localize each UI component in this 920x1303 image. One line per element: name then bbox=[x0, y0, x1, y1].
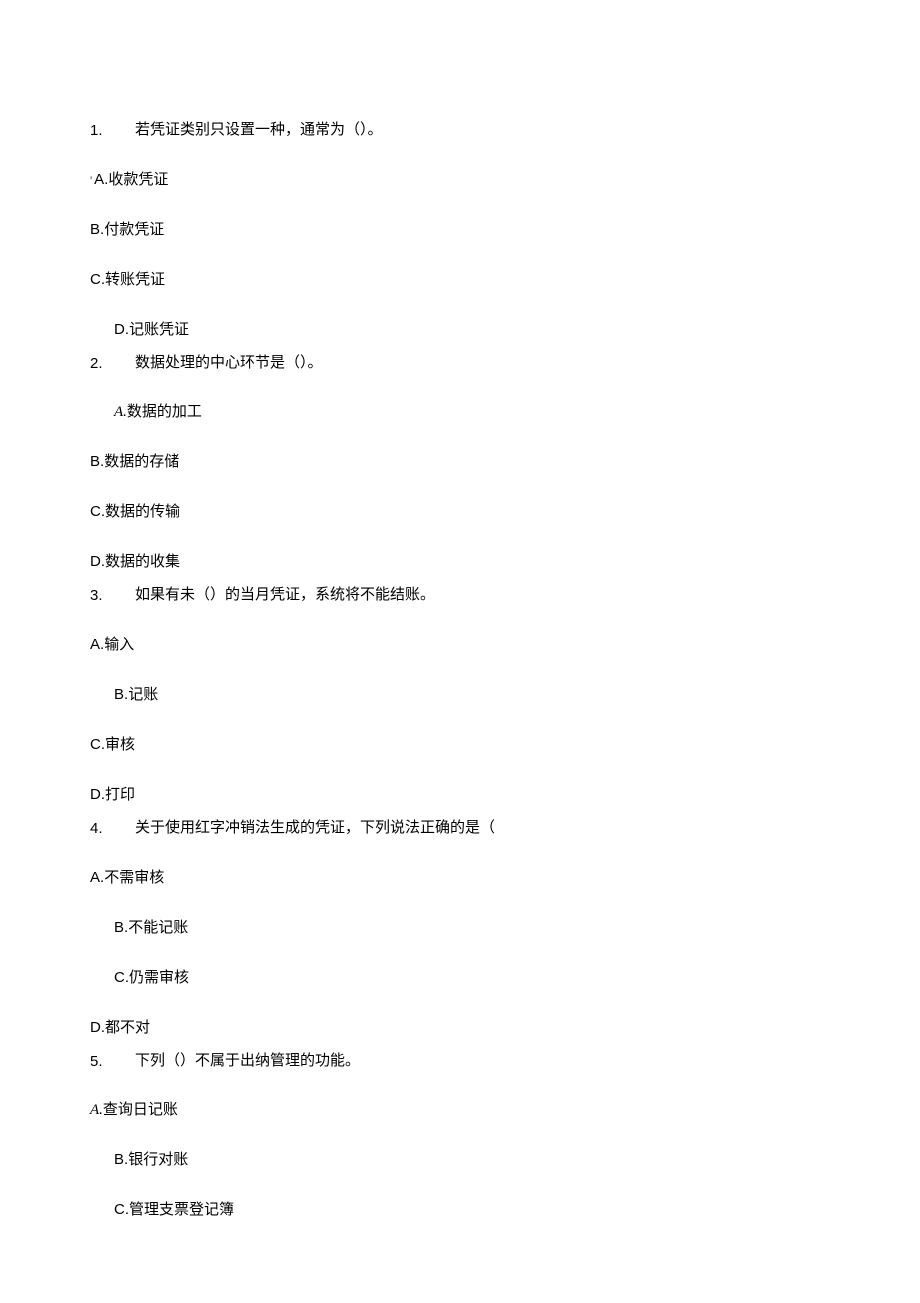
answer-option: B.银行对账 bbox=[114, 1149, 830, 1171]
option-text: 记账凭证 bbox=[129, 322, 189, 338]
answer-option: B.不能记账 bbox=[114, 917, 830, 939]
question-stem: 3.如果有未（）的当月凭证，系统将不能结账。 bbox=[90, 585, 830, 606]
option-text: 审核 bbox=[105, 737, 135, 753]
answer-option: A.输入 bbox=[90, 634, 830, 656]
option-text: 都不对 bbox=[105, 1020, 150, 1036]
answer-option: D.打印 bbox=[90, 784, 830, 806]
answer-option: D.记账凭证 bbox=[114, 319, 830, 341]
option-label: B. bbox=[114, 1151, 128, 1168]
option-label: D. bbox=[90, 1019, 105, 1036]
question-text: 关于使用红字冲销法生成的凭证，下列说法正确的是（ bbox=[135, 818, 830, 839]
question-number: 2. bbox=[90, 353, 135, 374]
option-text: 数据的存储 bbox=[104, 454, 179, 470]
option-label: A. bbox=[90, 869, 104, 886]
option-text: 记账 bbox=[128, 687, 158, 703]
question-text: 如果有未（）的当月凭证，系统将不能结账。 bbox=[135, 585, 830, 606]
option-text: 转账凭证 bbox=[105, 272, 165, 288]
option-label: C. bbox=[114, 969, 129, 986]
option-label: C. bbox=[90, 271, 105, 288]
answer-option: C.转账凭证 bbox=[90, 269, 830, 291]
option-text: 银行对账 bbox=[128, 1152, 188, 1168]
option-label: B. bbox=[90, 221, 104, 238]
option-label: D. bbox=[114, 321, 129, 338]
option-label: C. bbox=[90, 736, 105, 753]
option-prefix-mark: ' bbox=[90, 173, 92, 187]
answer-option: A.查询日记账 bbox=[90, 1100, 830, 1121]
answer-option: C.仍需审核 bbox=[114, 967, 830, 989]
answer-option: A.数据的加工 bbox=[114, 402, 830, 423]
answer-option: 'A.收款凭证 bbox=[90, 169, 830, 191]
option-label: A. bbox=[90, 636, 104, 653]
option-text: 数据的加工 bbox=[127, 404, 202, 420]
answer-option: B.数据的存储 bbox=[90, 451, 830, 473]
question-stem: 2.数据处理的中心环节是（）。 bbox=[90, 353, 830, 374]
answer-option: C.数据的传输 bbox=[90, 501, 830, 523]
question-text: 下列（）不属于出纳管理的功能。 bbox=[135, 1051, 830, 1072]
option-label: B. bbox=[90, 453, 104, 470]
option-text: 数据的传输 bbox=[105, 504, 180, 520]
question-number: 1. bbox=[90, 120, 135, 141]
option-label: A. bbox=[90, 1102, 103, 1118]
document-body: 1.若凭证类别只设置一种，通常为（）。'A.收款凭证B.付款凭证C.转账凭证D.… bbox=[90, 120, 830, 1221]
option-text: 查询日记账 bbox=[103, 1102, 178, 1118]
option-text: 打印 bbox=[105, 787, 135, 803]
option-label: C. bbox=[114, 1201, 129, 1218]
answer-option: C.管理支票登记簿 bbox=[114, 1199, 830, 1221]
option-text: 仍需审核 bbox=[129, 970, 189, 986]
question-number: 3. bbox=[90, 585, 135, 606]
option-label: A. bbox=[94, 171, 108, 188]
option-text: 输入 bbox=[104, 637, 134, 653]
question-number: 5. bbox=[90, 1051, 135, 1072]
option-label: B. bbox=[114, 919, 128, 936]
option-label: C. bbox=[90, 503, 105, 520]
option-label: B. bbox=[114, 686, 128, 703]
question-number: 4. bbox=[90, 818, 135, 839]
option-text: 管理支票登记簿 bbox=[129, 1202, 234, 1218]
question-stem: 5.下列（）不属于出纳管理的功能。 bbox=[90, 1051, 830, 1072]
option-label: D. bbox=[90, 786, 105, 803]
answer-option: B.付款凭证 bbox=[90, 219, 830, 241]
answer-option: D.都不对 bbox=[90, 1017, 830, 1039]
question-text: 若凭证类别只设置一种，通常为（）。 bbox=[135, 120, 830, 141]
option-text: 收款凭证 bbox=[108, 172, 168, 188]
option-text: 不能记账 bbox=[128, 920, 188, 936]
question-stem: 4.关于使用红字冲销法生成的凭证，下列说法正确的是（ bbox=[90, 818, 830, 839]
option-text: 付款凭证 bbox=[104, 222, 164, 238]
answer-option: B.记账 bbox=[114, 684, 830, 706]
option-label: D. bbox=[90, 553, 105, 570]
option-text: 不需审核 bbox=[104, 870, 164, 886]
question-text: 数据处理的中心环节是（）。 bbox=[135, 353, 830, 374]
question-stem: 1.若凭证类别只设置一种，通常为（）。 bbox=[90, 120, 830, 141]
option-label: A. bbox=[114, 404, 127, 420]
answer-option: D.数据的收集 bbox=[90, 551, 830, 573]
answer-option: A.不需审核 bbox=[90, 867, 830, 889]
answer-option: C.审核 bbox=[90, 734, 830, 756]
option-text: 数据的收集 bbox=[105, 554, 180, 570]
